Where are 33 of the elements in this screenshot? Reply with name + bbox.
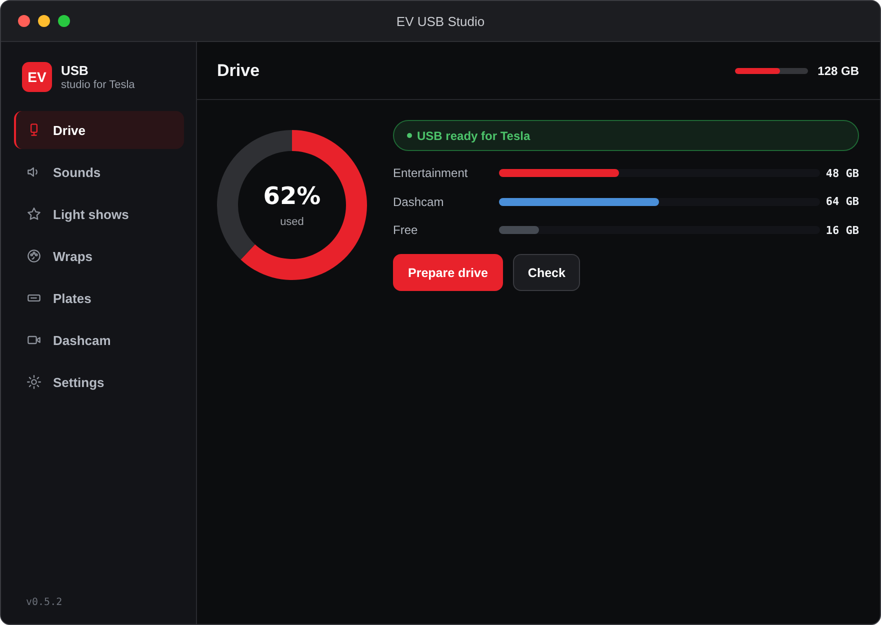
sidebar-item[interactable]: Drive (14, 111, 184, 149)
category-size: 48 GB (826, 166, 859, 180)
star-icon (27, 207, 41, 221)
minimize-window-icon[interactable] (38, 15, 50, 27)
check-button[interactable]: Check (512, 254, 580, 291)
app-logo: EV (22, 62, 52, 92)
sidebar-item[interactable]: Wraps (14, 237, 184, 275)
category-label: Free (393, 223, 419, 237)
palette-icon (27, 249, 41, 263)
sidebar-item[interactable]: Dashcam (14, 321, 184, 359)
maximize-window-icon[interactable] (58, 15, 70, 27)
storage-capacity: 128 GB (818, 64, 859, 78)
usage-caption: used (280, 216, 304, 228)
window-title: EV USB Studio (396, 14, 485, 28)
app-name: USB (61, 63, 88, 78)
sun-icon (27, 375, 41, 389)
prepare-button[interactable]: Prepare drive (393, 254, 503, 291)
page-title: Drive (217, 60, 260, 80)
video-camera-icon (27, 333, 41, 347)
version-label: v0.5.2 (26, 597, 62, 608)
sidebar-item[interactable]: Settings (14, 363, 184, 401)
app-subtitle: studio for Tesla (61, 79, 135, 91)
category-label: Entertainment (393, 166, 469, 180)
category-size: 16 GB (826, 224, 859, 236)
sidebar-item[interactable]: Plates (14, 279, 184, 317)
sidebar-item[interactable]: Sounds (14, 153, 184, 191)
close-window-icon[interactable] (18, 15, 30, 27)
category-size: 64 GB (826, 195, 859, 208)
status-text: USB ready for Tesla (417, 128, 530, 142)
sidebar-item[interactable]: Light shows (14, 195, 184, 233)
category-label: Dashcam (393, 194, 445, 208)
status-dot-icon (407, 133, 412, 138)
usage-percent: 62% (263, 182, 321, 210)
